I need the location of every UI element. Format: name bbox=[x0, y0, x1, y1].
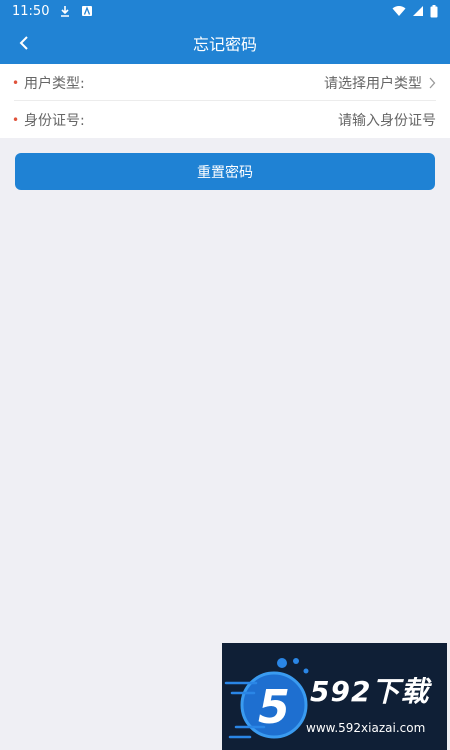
a-icon bbox=[81, 5, 93, 17]
status-time: 11:50 bbox=[12, 3, 50, 19]
id-number-placeholder: 请输入身份证号 bbox=[338, 112, 436, 129]
svg-text:5: 5 bbox=[258, 680, 290, 734]
status-right bbox=[392, 4, 438, 18]
required-marker: • bbox=[12, 112, 20, 127]
battery-icon bbox=[430, 4, 438, 18]
back-button[interactable] bbox=[6, 22, 42, 64]
user-type-label: 用户类型: bbox=[24, 75, 85, 92]
reset-password-button[interactable]: 重置密码 bbox=[15, 153, 435, 190]
status-left: 11:50 bbox=[12, 4, 93, 19]
wifi-icon bbox=[392, 5, 406, 17]
user-type-select[interactable]: 请选择用户类型 bbox=[324, 73, 436, 93]
watermark-url: www.592xiazai.com bbox=[306, 721, 426, 735]
required-marker: • bbox=[12, 75, 20, 90]
id-number-input[interactable]: 请输入身份证号 bbox=[338, 110, 436, 130]
form-card: • 用户类型: 请选择用户类型 • 身份证号: 请输入身份证号 bbox=[0, 64, 450, 138]
watermark-brand: 592下载 bbox=[310, 675, 430, 708]
chevron-left-icon bbox=[18, 35, 30, 51]
page-title: 忘记密码 bbox=[192, 35, 257, 54]
watermark-logo: 5 592下载 www.592xiazai.com bbox=[222, 643, 447, 750]
user-type-placeholder: 请选择用户类型 bbox=[324, 75, 422, 92]
chevron-right-icon bbox=[428, 77, 436, 89]
signal-icon bbox=[412, 5, 424, 17]
id-number-label: 身份证号: bbox=[24, 112, 85, 129]
nav-bar: 忘记密码 bbox=[0, 22, 450, 64]
download-icon bbox=[59, 5, 71, 17]
status-bar: 11:50 bbox=[0, 0, 450, 22]
user-type-row[interactable]: • 用户类型: 请选择用户类型 bbox=[0, 64, 450, 101]
id-number-row[interactable]: • 身份证号: 请输入身份证号 bbox=[0, 101, 450, 138]
